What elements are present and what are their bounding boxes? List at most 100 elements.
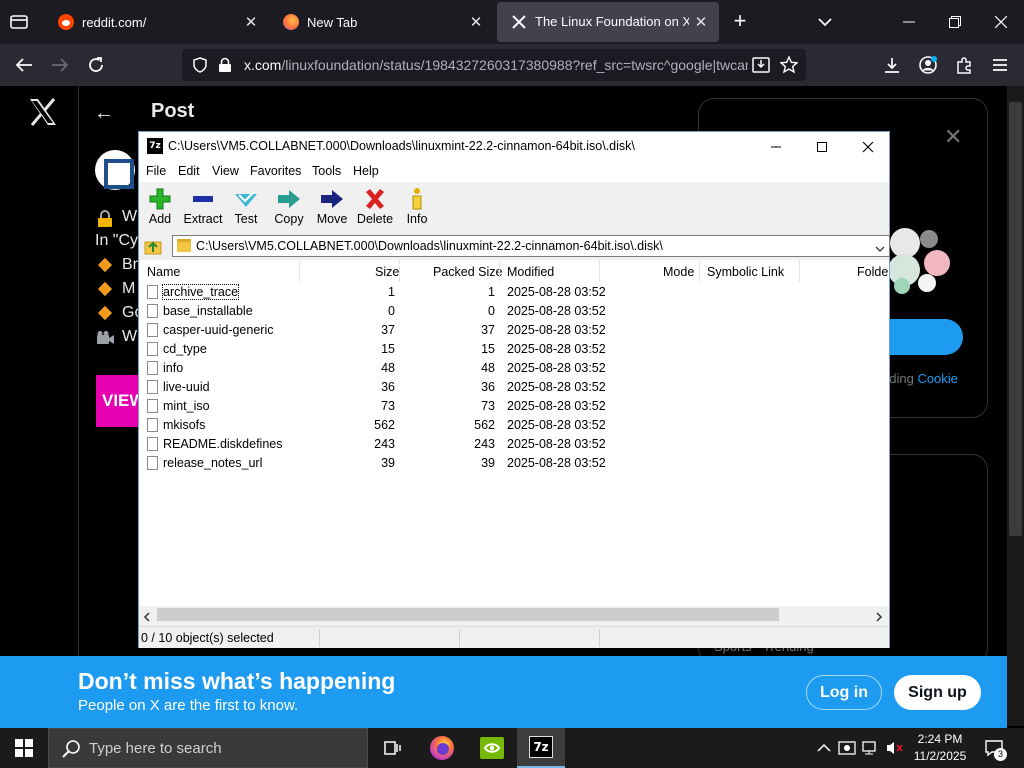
lock-icon[interactable] — [218, 57, 232, 78]
file-row[interactable]: live-uuid 36 36 2025-08-28 03:52 — [139, 378, 889, 397]
test-button[interactable]: Test — [222, 186, 270, 230]
avatar[interactable] — [95, 150, 135, 190]
move-button[interactable]: Move — [308, 186, 356, 230]
cookie-link[interactable]: Cookie — [917, 371, 957, 386]
column-size[interactable]: Size — [375, 265, 399, 279]
url-bar[interactable]: x.com/linuxfoundation/status/19843272603… — [182, 49, 806, 81]
add-button[interactable]: Add — [136, 186, 184, 230]
downloads-icon[interactable] — [880, 53, 904, 77]
card-close-icon[interactable]: ✕ — [944, 124, 962, 150]
start-windows-icon[interactable] — [0, 728, 48, 768]
copy-button[interactable]: Copy — [265, 186, 313, 230]
file-row[interactable]: archive_trace 1 1 2025-08-28 03:52 — [139, 283, 889, 302]
zip-close-icon[interactable] — [845, 132, 891, 162]
file-modified: 2025-08-28 03:52 — [507, 361, 606, 375]
tab-linux-foundation[interactable]: The Linux Foundation on X: "🔒 ✕ — [497, 2, 719, 42]
tab-close-icon[interactable]: ✕ — [689, 13, 713, 31]
column-modified[interactable]: Modified — [507, 265, 554, 279]
file-row[interactable]: cd_type 15 15 2025-08-28 03:52 — [139, 340, 889, 359]
scroll-left-icon[interactable] — [143, 609, 151, 627]
file-row[interactable]: mkisofs 562 562 2025-08-28 03:52 — [139, 416, 889, 435]
login-button[interactable]: Log in — [806, 675, 882, 710]
column-name[interactable]: Name — [147, 265, 180, 279]
chevron-down-icon[interactable] — [874, 241, 886, 252]
file-modified: 2025-08-28 03:52 — [507, 304, 606, 318]
reload-icon[interactable] — [84, 53, 108, 77]
camera-emoji-icon — [95, 330, 115, 351]
tab-new-tab[interactable]: New Tab ✕ — [269, 2, 494, 42]
file-packed-size: 48 — [481, 361, 495, 375]
file-row[interactable]: casper-uuid-generic 37 37 2025-08-28 03:52 — [139, 321, 889, 340]
menu-tools[interactable]: Tools — [312, 164, 341, 178]
close-icon[interactable] — [978, 0, 1024, 44]
accept-cookies-button[interactable] — [878, 319, 963, 355]
menu-favorites[interactable]: Favorites — [250, 164, 301, 178]
network-icon[interactable] — [862, 740, 878, 756]
file-row[interactable]: README.diskdefines 243 243 2025-08-28 03:52 — [139, 435, 889, 454]
clock-date: 11/2/2025 — [913, 749, 967, 763]
menu-icon[interactable] — [988, 53, 1012, 77]
scroll-right-icon[interactable] — [875, 609, 883, 627]
view-button[interactable]: VIEW — [96, 375, 138, 427]
taskbar-search-box[interactable]: Type here to search — [48, 728, 368, 768]
zip-minimize-icon[interactable] — [753, 132, 799, 162]
file-row[interactable]: mint_iso 73 73 2025-08-28 03:52 — [139, 397, 889, 416]
save-to-pocket-icon[interactable] — [752, 56, 770, 79]
menu-view[interactable]: View — [212, 164, 239, 178]
list-all-tabs-icon[interactable] — [815, 12, 835, 32]
page-scrollbar-thumb[interactable] — [1009, 102, 1022, 536]
menu-edit[interactable]: Edit — [178, 164, 200, 178]
file-name: mint_iso — [163, 399, 210, 413]
menu-help[interactable]: Help — [353, 164, 379, 178]
file-size: 0 — [388, 304, 395, 318]
new-tab-button[interactable]: + — [728, 10, 752, 34]
x-logo-icon[interactable] — [28, 98, 60, 128]
zip-maximize-icon[interactable] — [799, 132, 845, 162]
file-row[interactable]: info 48 48 2025-08-28 03:52 — [139, 359, 889, 378]
task-view-icon[interactable] — [368, 728, 416, 768]
signup-button[interactable]: Sign up — [894, 675, 981, 710]
extract-button[interactable]: Extract — [179, 186, 227, 230]
file-icon — [147, 456, 158, 470]
bookmark-star-icon[interactable] — [779, 55, 799, 79]
info-button[interactable]: Info — [393, 186, 441, 230]
url-domain: x.com — [244, 57, 282, 73]
file-row[interactable]: base_installable 0 0 2025-08-28 03:52 — [139, 302, 889, 321]
firefox-view-icon[interactable] — [8, 12, 30, 32]
file-modified: 2025-08-28 03:52 — [507, 380, 606, 394]
delete-button[interactable]: Delete — [351, 186, 399, 230]
extensions-icon[interactable] — [952, 53, 976, 77]
security-tray-icon[interactable] — [838, 740, 856, 756]
firefox-taskbar-icon[interactable] — [418, 728, 466, 768]
forward-icon[interactable] — [48, 53, 72, 77]
tab-close-icon[interactable]: ✕ — [464, 13, 488, 31]
column-folder[interactable]: Folder — [857, 265, 889, 279]
back-icon[interactable] — [12, 53, 36, 77]
tab-close-icon[interactable]: ✕ — [239, 13, 263, 31]
volume-muted-icon[interactable] — [886, 740, 903, 756]
column-mode[interactable]: Mode — [663, 265, 694, 279]
minimize-icon[interactable] — [886, 0, 932, 44]
system-clock[interactable]: 2:24 PM 11/2/2025 — [909, 731, 971, 765]
7zip-title-bar[interactable]: 7z C:\Users\VM5.COLLABNET.000\Downloads\… — [139, 132, 889, 162]
url-text[interactable]: x.com/linuxfoundation/status/19843272603… — [244, 57, 748, 73]
column-packed-size[interactable]: Packed Size — [433, 265, 502, 279]
7zip-taskbar-icon[interactable]: 7z — [517, 728, 565, 768]
menu-file[interactable]: File — [146, 164, 166, 178]
window-title: C:\Users\VM5.COLLABNET.000\Downloads\lin… — [168, 139, 635, 153]
notification-center-icon[interactable]: 3 — [984, 738, 1007, 761]
file-row[interactable]: release_notes_url 39 39 2025-08-28 03:52 — [139, 454, 889, 473]
tab-reddit[interactable]: reddit.com/ ✕ — [44, 2, 269, 42]
nvidia-taskbar-icon[interactable] — [468, 728, 516, 768]
restore-icon[interactable] — [932, 0, 978, 44]
horizontal-scrollbar[interactable] — [139, 606, 889, 623]
folder-up-icon[interactable] — [143, 236, 163, 256]
account-icon[interactable] — [916, 53, 940, 77]
back-arrow-icon[interactable]: ← — [94, 102, 114, 125]
path-input[interactable]: C:\Users\VM5.COLLABNET.000\Downloads\lin… — [172, 235, 890, 257]
show-hidden-icons-icon[interactable] — [816, 740, 832, 756]
banner-subtitle: People on X are the first to know. — [78, 697, 299, 714]
column-symbolic-link[interactable]: Symbolic Link — [707, 265, 784, 279]
tracking-protection-icon[interactable] — [192, 57, 208, 78]
horizontal-scrollbar-thumb[interactable] — [157, 608, 779, 621]
